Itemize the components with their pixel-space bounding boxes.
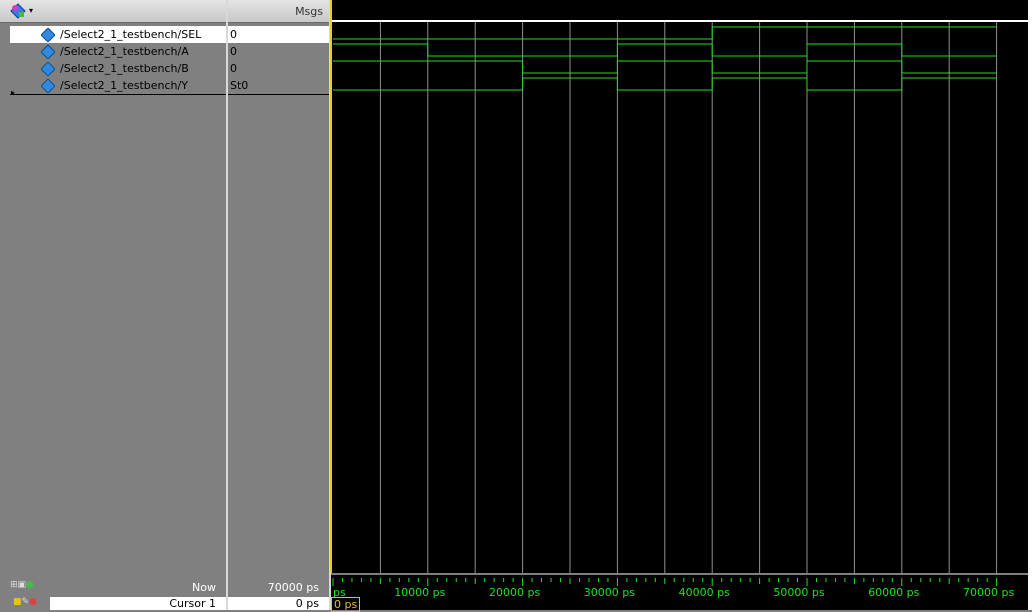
cursor-label: Cursor 1 — [169, 597, 216, 610]
scrollbar[interactable] — [1028, 0, 1032, 610]
signal-diamond-icon — [41, 45, 55, 59]
signal-value: 0 — [230, 62, 237, 75]
signal-value: 0 — [230, 45, 237, 58]
ruler-label: 50000 ps — [773, 586, 824, 599]
ruler-label: 60000 ps — [868, 586, 919, 599]
signal-name: /Select2_1_testbench/A — [60, 45, 189, 58]
signal-diamond-icon — [41, 79, 55, 93]
ruler-label: 40000 ps — [679, 586, 730, 599]
signal-row-sel[interactable]: /Select2_1_testbench/SEL — [10, 26, 226, 43]
signal-row-b[interactable]: /Select2_1_testbench/B — [10, 60, 226, 77]
waveform-canvas[interactable] — [331, 0, 1032, 573]
wave-add-icon[interactable] — [10, 3, 26, 19]
signal-value: 0 — [228, 26, 329, 43]
footer-names: ⊞▣● ■✎● Now Cursor 1 — [0, 575, 226, 610]
wave-pane[interactable] — [331, 0, 1032, 573]
chevron-down-icon[interactable]: ▾ — [29, 6, 33, 15]
value-list: 0 0 0 St0 — [228, 26, 329, 95]
msgs-header: Msgs — [228, 0, 329, 23]
now-label: Now — [192, 581, 216, 594]
signal-diamond-icon — [41, 28, 55, 42]
signal-row-y[interactable]: /Select2_1_testbench/Y — [10, 77, 226, 95]
ruler-label: 70000 ps — [963, 586, 1014, 599]
wave-header-divider — [331, 20, 1028, 22]
now-value: 70000 ps — [267, 581, 319, 594]
timeline-ticks: ps 10000 ps 20000 ps 30000 ps 40000 ps 50000 … — [332, 578, 1014, 599]
cursor-line[interactable] — [330, 0, 332, 573]
signal-list: /Select2_1_testbench/SEL /Select2_1_test… — [10, 26, 226, 95]
zoom-icons[interactable]: ⊞▣● — [10, 580, 34, 590]
timeline-ruler[interactable]: ps 10000 ps 20000 ps 30000 ps 40000 ps 50000 … — [331, 575, 1028, 612]
signal-name: /Select2_1_testbench/Y — [60, 79, 188, 92]
signal-row-a[interactable]: /Select2_1_testbench/A — [10, 43, 226, 60]
ruler-label: 20000 ps — [489, 586, 540, 599]
cursor-value: 0 ps — [295, 597, 319, 610]
insert-marker-icon: ▸ — [11, 88, 16, 97]
footer-values: 70000 ps 0 ps — [228, 575, 329, 610]
msgs-header-label: Msgs — [295, 5, 323, 18]
signal-diamond-icon — [41, 62, 55, 76]
signal-value: St0 — [228, 77, 329, 95]
ruler-label: 10000 ps — [394, 586, 445, 599]
signal-name: /Select2_1_testbench/SEL — [60, 28, 202, 41]
cursor-icons[interactable]: ■✎● — [13, 597, 37, 607]
cursor-row[interactable]: Cursor 1 — [50, 597, 226, 610]
ruler-label: 30000 ps — [584, 586, 635, 599]
signal-name: /Select2_1_testbench/B — [60, 62, 189, 75]
cursor-value-row: 0 ps — [228, 597, 329, 610]
name-pane-header: ▾ — [0, 0, 226, 23]
